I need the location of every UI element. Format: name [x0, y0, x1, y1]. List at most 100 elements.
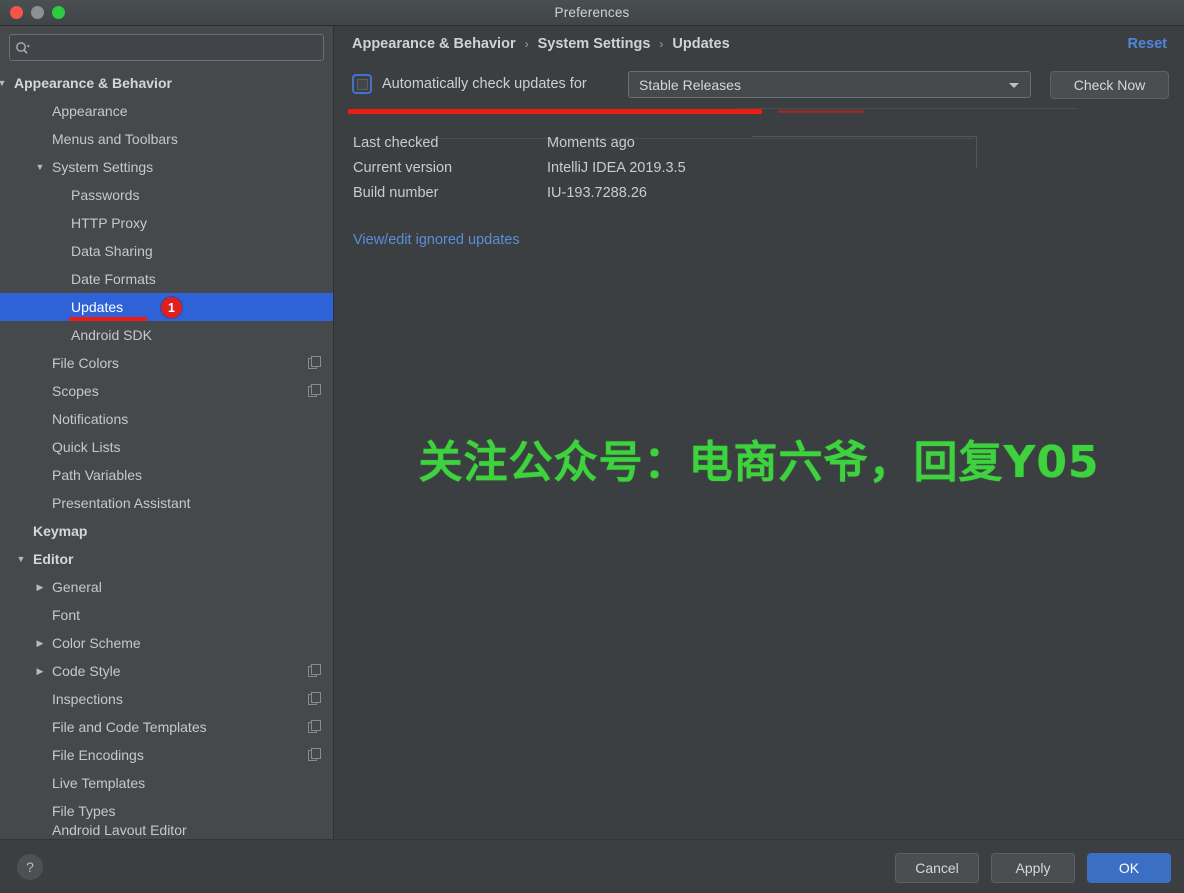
sidebar-item-label: Inspections — [52, 691, 123, 707]
info-key: Build number — [353, 185, 547, 201]
sidebar-item-label: Android SDK — [71, 327, 152, 343]
sidebar-item-general[interactable]: ▶General — [0, 573, 333, 601]
sidebar-item-code-style[interactable]: ▶ Code Style — [0, 657, 333, 685]
sidebar-item-label: Color Scheme — [52, 635, 141, 651]
auto-check-updates-label: Automatically check updates for — [382, 76, 587, 92]
update-channel-select[interactable]: Stable Releases — [628, 71, 1031, 98]
sidebar-item-http-proxy[interactable]: HTTP Proxy — [0, 209, 333, 237]
search-box[interactable] — [9, 34, 324, 61]
sidebar-item-label: Path Variables — [52, 467, 142, 483]
info-value: IntelliJ IDEA 2019.3.5 — [547, 160, 686, 176]
sidebar-item-scopes[interactable]: Scopes — [0, 377, 333, 405]
sidebar-item-notifications[interactable]: Notifications — [0, 405, 333, 433]
sidebar-item-editor[interactable]: ▼ Editor — [0, 545, 333, 573]
chevron-down-icon — [1009, 83, 1019, 88]
footer-button-group: Cancel Apply OK — [895, 853, 1171, 883]
sidebar-item-label: Appearance — [52, 103, 128, 119]
chevron-down-icon[interactable]: ▼ — [14, 545, 28, 573]
chevron-down-icon[interactable]: ▼ — [33, 153, 47, 181]
copy-icon[interactable] — [308, 748, 321, 761]
update-info-table: Last checked Moments ago Current version… — [353, 130, 686, 205]
breadcrumb-item-2[interactable]: Updates — [672, 36, 729, 52]
copy-icon[interactable] — [308, 384, 321, 397]
sidebar-item-quick-lists[interactable]: Quick Lists — [0, 433, 333, 461]
sidebar-item-date-formats[interactable]: Date Formats — [0, 265, 333, 293]
breadcrumb-separator-icon: › — [525, 37, 529, 51]
sidebar-item-menus-and-toolbars[interactable]: Menus and Toolbars — [0, 125, 333, 153]
help-button[interactable]: ? — [17, 854, 43, 880]
sidebar-item-file-encodings[interactable]: File Encodings — [0, 741, 333, 769]
chevron-right-icon[interactable]: ▶ — [33, 629, 47, 657]
table-row: Current version IntelliJ IDEA 2019.3.5 — [353, 155, 686, 180]
sidebar-item-label: File Types — [52, 803, 116, 819]
sidebar-item-appearance-behavior[interactable]: ▼ Appearance & Behavior — [0, 69, 333, 97]
copy-icon[interactable] — [308, 356, 321, 369]
settings-sidebar: ▼ Appearance & Behavior Appearance Menus an… — [0, 26, 334, 839]
table-row: Last checked Moments ago — [353, 130, 686, 155]
sidebar-item-label: Date Formats — [71, 271, 156, 287]
sidebar-item-label: Font — [52, 607, 80, 623]
promo-overlay-text: 关注公众号：电商六爷，回复Y05 — [384, 426, 1134, 490]
auto-check-updates-checkbox[interactable] — [352, 74, 372, 94]
breadcrumb: Appearance & Behavior › System Settings … — [352, 36, 730, 52]
ok-button[interactable]: OK — [1087, 853, 1171, 883]
sidebar-item-label: Keymap — [33, 523, 87, 539]
copy-icon[interactable] — [308, 664, 321, 677]
check-now-button[interactable]: Check Now — [1050, 71, 1169, 99]
chevron-down-icon[interactable]: ▼ — [0, 69, 9, 97]
ghost-artifact-box — [752, 136, 977, 168]
sidebar-item-label: Notifications — [52, 411, 128, 427]
traffic-light-group — [10, 6, 65, 19]
sidebar-item-live-templates[interactable]: Live Templates — [0, 769, 333, 797]
search-input[interactable] — [36, 35, 323, 60]
search-icon — [10, 35, 36, 60]
copy-icon[interactable] — [308, 692, 321, 705]
zoom-button-icon[interactable] — [52, 6, 65, 19]
chevron-right-icon[interactable]: ▶ — [33, 573, 47, 601]
window-title: Preferences — [0, 5, 1184, 20]
sidebar-item-android-sdk[interactable]: Android SDK — [0, 321, 333, 349]
sidebar-item-color-scheme[interactable]: ▶ Color Scheme — [0, 629, 333, 657]
sidebar-item-label: HTTP Proxy — [71, 215, 147, 231]
cancel-button[interactable]: Cancel — [895, 853, 979, 883]
annotation-underline-faded — [778, 110, 864, 113]
sidebar-item-inspections[interactable]: Inspections — [0, 685, 333, 713]
info-value: Moments ago — [547, 135, 635, 151]
view-edit-ignored-updates-link[interactable]: View/edit ignored updates — [353, 232, 520, 248]
sidebar-item-data-sharing[interactable]: Data Sharing — [0, 237, 333, 265]
sidebar-item-label: Editor — [33, 551, 73, 567]
preferences-window: Preferences ▼Appearance & BehaviorAppear… — [0, 0, 1184, 893]
sidebar-item-path-variables[interactable]: Path Variables — [0, 461, 333, 489]
sidebar-item-label: Code Style — [52, 663, 120, 679]
close-button-icon[interactable] — [10, 6, 23, 19]
settings-content-pane: Appearance & Behavior › System Settings … — [334, 26, 1184, 839]
sidebar-item-file-colors[interactable]: File Colors — [0, 349, 333, 377]
breadcrumb-item-0[interactable]: Appearance & Behavior — [352, 36, 516, 52]
dialog-footer: ? Cancel Apply OK @51CTO博客 — [0, 839, 1184, 893]
info-value: IU-193.7288.26 — [547, 185, 647, 201]
sidebar-item-label: Appearance & Behavior — [14, 75, 172, 91]
sidebar-item-keymap[interactable]: Keymap — [0, 517, 333, 545]
breadcrumb-item-1[interactable]: System Settings — [538, 36, 651, 52]
auto-check-row: Automatically check updates for — [352, 74, 587, 94]
reset-link[interactable]: Reset — [1128, 36, 1168, 52]
update-channel-value: Stable Releases — [639, 77, 741, 93]
updates-count-badge: 1 — [161, 297, 182, 318]
annotation-underline-auto-check — [348, 109, 762, 114]
sidebar-item-android-layout-editor[interactable]: Android Layout Editor — [0, 825, 333, 835]
sidebar-item-passwords[interactable]: Passwords — [0, 181, 333, 209]
sidebar-item-font[interactable]: Font — [0, 601, 333, 629]
sidebar-item-appearance[interactable]: Appearance — [0, 97, 333, 125]
sidebar-item-file-and-code-templates[interactable]: File and Code Templates — [0, 713, 333, 741]
minimize-button-icon[interactable] — [31, 6, 44, 19]
table-row: Build number IU-193.7288.26 — [353, 180, 686, 205]
sidebar-item-file-types[interactable]: File Types — [0, 797, 333, 825]
sidebar-item-presentation-assistant[interactable]: Presentation Assistant — [0, 489, 333, 517]
sidebar-item-system-settings[interactable]: ▼System Settings — [0, 153, 333, 181]
info-key: Current version — [353, 160, 547, 176]
info-key: Last checked — [353, 135, 547, 151]
sidebar-search-wrap — [0, 26, 333, 61]
apply-button[interactable]: Apply — [991, 853, 1075, 883]
copy-icon[interactable] — [308, 720, 321, 733]
chevron-right-icon[interactable]: ▶ — [33, 657, 47, 685]
